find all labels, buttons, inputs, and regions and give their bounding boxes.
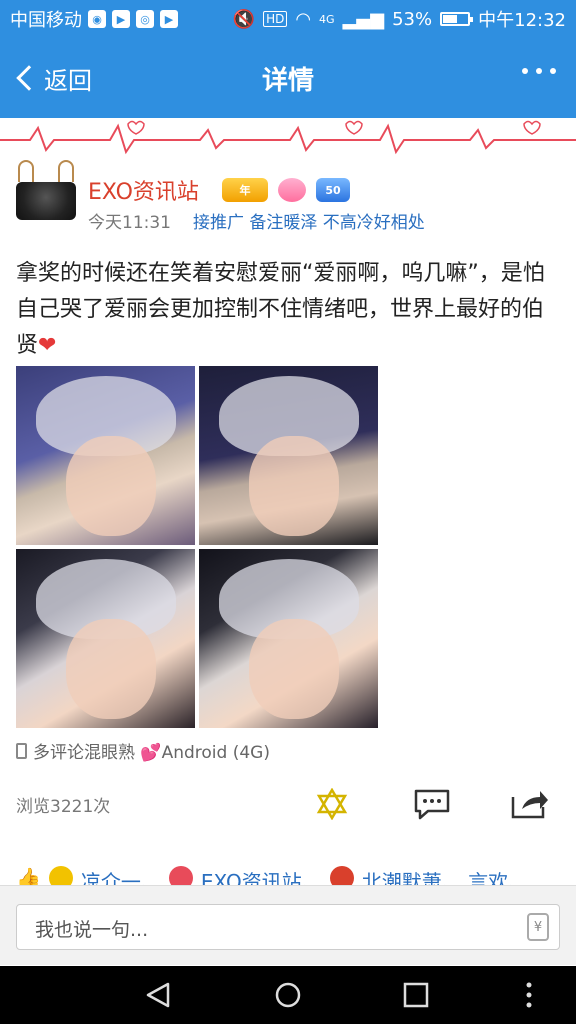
post-content: 拿奖的时候还在笑着安慰爱丽“爱丽啊，呜几嘛”，是怕自己哭了爱丽会更加控制不住情绪… [16,256,562,364]
liker-avatar-icon [168,866,193,886]
photo-grid [16,366,378,728]
hd-icon: HD [263,11,288,27]
post-time: 今天11:31 [88,213,171,233]
likes-row: 👍 凉介一、 EXO资讯站、 北潮默萧、 言欢、 [16,866,528,886]
photo-thumbnail[interactable] [16,366,195,545]
liker-avatar-icon [48,866,73,886]
status-time: 中午12:32 [478,10,566,31]
heartbeat-border-decoration [0,118,576,158]
year-badge-icon[interactable]: 年 [222,178,268,202]
photo-thumbnail[interactable] [16,549,195,728]
network-label: 4G [319,12,335,26]
liker-name[interactable]: 北潮默萧、 言欢、 [362,866,528,886]
more-menu-button[interactable] [522,68,556,74]
nav-bar: 返回 详情 [0,38,576,118]
video-icon: ▶ [160,10,178,28]
thumb-up-icon: 👍 [16,866,41,886]
level-badge-icon[interactable]: 50 [316,178,350,202]
heart-badge-icon[interactable] [278,178,306,202]
badge-list: 年 50 [222,178,350,202]
back-label: 返回 [44,66,92,95]
comment-button[interactable] [412,786,452,822]
avatar[interactable] [14,160,78,224]
more-vertical-icon[interactable] [514,980,544,1010]
liker-avatar-icon [329,866,354,886]
post-meta: 今天11:31 接推广 备注暖泽 不高冷好相处 [88,208,425,233]
back-triangle-icon[interactable] [144,980,174,1010]
comment-input[interactable]: 我也说一句... ¥ [16,904,560,950]
system-nav-bar [0,966,576,1024]
share-icon [511,791,548,819]
chevron-left-icon [16,65,42,91]
comment-bar: 我也说一句... ¥ [0,885,576,965]
carrier-label: 中国移动 [10,10,82,31]
heart-icon: ❤ [38,333,57,358]
post-text: 拿奖的时候还在笑着安慰爱丽“爱丽啊，呜几嘛”，是怕自己哭了爱丽会更加控制不住情绪… [16,261,545,358]
comment-placeholder: 我也说一句... [35,919,149,941]
play-icon: ▶ [112,10,130,28]
dot-icon [522,68,528,74]
status-bar: 中国移动 ◉ ▶ ◎ ▶ 🔇 HD ◠ 4G ▂▄▆ 53% 中午12:32 [0,0,576,38]
antler-icon [58,160,74,182]
wifi-icon: ◠ [295,8,312,30]
liker-name[interactable]: EXO资讯站、 [201,866,322,886]
username-link[interactable]: EXO资讯站 [88,174,199,206]
reward-icon[interactable]: ¥ [527,913,549,941]
home-circle-icon[interactable] [273,980,303,1010]
avatar-image [16,182,76,220]
comment-icon [414,789,450,820]
phone-icon [16,742,27,759]
dot-icon [536,68,542,74]
photo-thumbnail[interactable] [199,549,378,728]
photo-thumbnail[interactable] [199,366,378,545]
post-source-link[interactable]: 接推广 备注暖泽 不高冷好相处 [193,208,425,233]
weibo-icon: ◎ [136,10,154,28]
antler-icon [18,160,34,182]
star-of-david-icon [316,788,348,820]
mute-icon: 🔇 [232,8,256,30]
back-button[interactable]: 返回 [12,38,92,118]
battery-percent: 53% [392,8,433,30]
favorite-button[interactable] [312,786,352,822]
battery-icon [440,12,474,26]
signal-icon: ▂▄▆ [342,8,385,30]
dot-icon [550,68,556,74]
device-label: 多评论混眼熟 💕Android (4G) [33,743,270,763]
share-button[interactable] [510,786,550,822]
device-info: 多评论混眼熟 💕Android (4G) [16,738,270,763]
paw-icon: ◉ [88,10,106,28]
liker-name[interactable]: 凉介一、 [81,866,161,886]
view-count: 浏览3221次 [16,797,111,817]
recent-apps-icon[interactable] [401,980,431,1010]
